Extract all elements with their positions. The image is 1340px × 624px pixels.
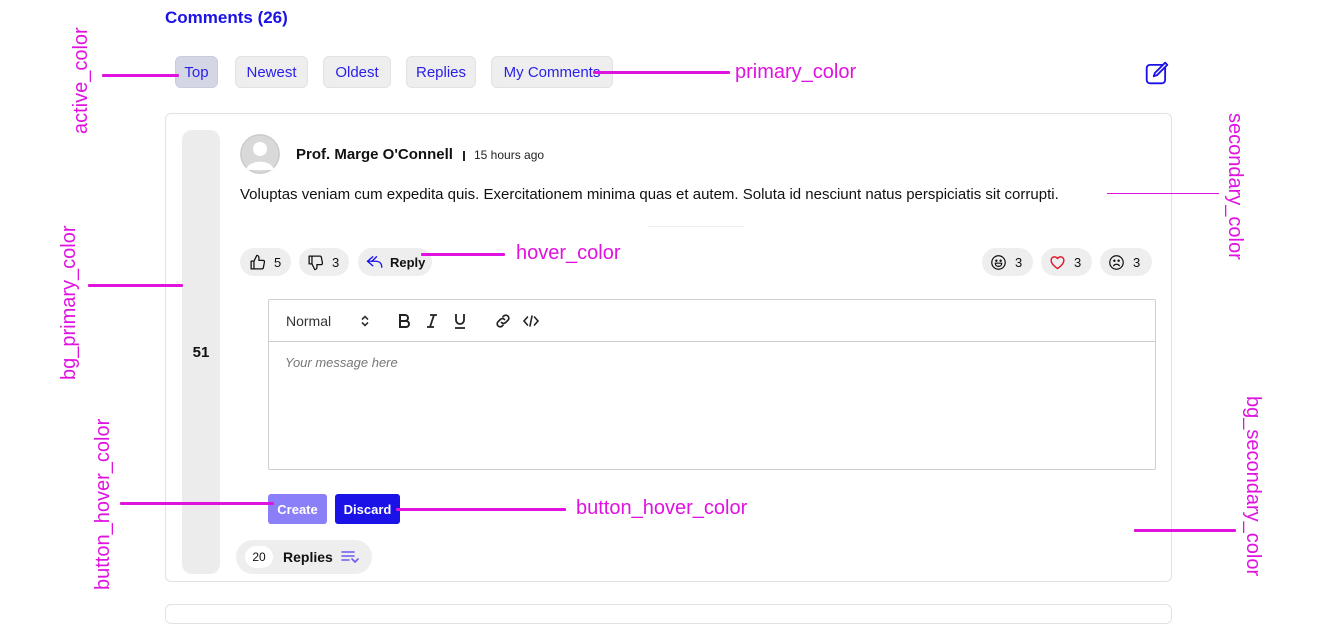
- create-button[interactable]: Create: [268, 494, 327, 524]
- separator: [463, 151, 465, 161]
- sad-count: 3: [1133, 254, 1141, 270]
- annotation-button-hover-color-left: button_hover_color: [92, 418, 114, 590]
- annotation-secondary-color: secondary_color: [1224, 113, 1246, 260]
- comments-title: Comments (26): [165, 8, 288, 27]
- reaction-heart[interactable]: 3: [1041, 248, 1092, 276]
- heart-icon: [1050, 255, 1065, 269]
- laugh-count: 3: [1015, 254, 1023, 270]
- discard-button[interactable]: Discard: [335, 494, 400, 524]
- tab-oldest[interactable]: Oldest: [323, 56, 391, 88]
- editor-placeholder: Your message here: [285, 355, 398, 370]
- annotation-bg-primary-color: bg_primary_color: [58, 225, 80, 380]
- comment-author[interactable]: Prof. Marge O'Connell: [296, 146, 453, 163]
- thumbs-down-icon: [308, 254, 324, 270]
- edit-icon[interactable]: [1144, 60, 1170, 86]
- annotation-hover-color: hover_color: [516, 242, 621, 264]
- code-icon[interactable]: [522, 312, 540, 330]
- underline-icon[interactable]: [451, 312, 469, 330]
- annotation-line-secondary: [1107, 193, 1219, 194]
- annotation-button-hover-color-right: button_hover_color: [576, 497, 748, 519]
- heart-count: 3: [1074, 254, 1082, 270]
- like-button[interactable]: 5: [240, 248, 291, 276]
- list-expand-icon[interactable]: [341, 549, 359, 565]
- thumbs-up-icon: [250, 254, 266, 270]
- reaction-laugh[interactable]: 3: [982, 248, 1033, 276]
- annotation-line-hover: [421, 253, 505, 256]
- bold-icon[interactable]: [395, 312, 413, 330]
- annotation-line-bg-secondary: [1134, 529, 1236, 532]
- annotation-primary-color: primary_color: [735, 61, 857, 83]
- dislike-count: 3: [332, 254, 340, 270]
- tab-newest[interactable]: Newest: [235, 56, 308, 88]
- sad-icon: [1109, 254, 1124, 270]
- annotation-line-button-left: [120, 502, 274, 505]
- select-arrows-icon[interactable]: [360, 314, 370, 328]
- replies-label: Replies: [283, 549, 333, 565]
- divider: [648, 226, 744, 227]
- tab-top[interactable]: Top: [175, 56, 218, 88]
- comment-time: 15 hours ago: [474, 148, 545, 162]
- reply-label: Reply: [390, 254, 426, 270]
- format-select[interactable]: Normal: [286, 313, 331, 329]
- vote-count: 51: [192, 344, 210, 361]
- like-count: 5: [274, 254, 282, 270]
- italic-icon[interactable]: [423, 312, 441, 330]
- reaction-sad[interactable]: 3: [1100, 248, 1152, 276]
- laugh-icon: [991, 254, 1006, 270]
- annotation-line-active: [102, 74, 179, 77]
- annotation-active-color: active_color: [70, 27, 92, 134]
- tab-replies[interactable]: Replies: [406, 56, 476, 88]
- next-comment-card: [165, 604, 1172, 624]
- avatar[interactable]: [240, 134, 280, 174]
- link-icon[interactable]: [494, 312, 512, 330]
- comment-text: Voluptas veniam cum expedita quis. Exerc…: [240, 186, 1059, 203]
- user-avatar-icon: [240, 134, 280, 174]
- annotation-line-bg-primary: [88, 284, 183, 287]
- dislike-button[interactable]: 3: [299, 248, 349, 276]
- reply-icon: [366, 256, 383, 268]
- annotation-line-button-right: [396, 508, 566, 511]
- annotation-bg-secondary-color: bg_secondary_color: [1242, 396, 1264, 577]
- replies-count: 20: [245, 546, 273, 568]
- annotation-line-primary: [593, 71, 730, 74]
